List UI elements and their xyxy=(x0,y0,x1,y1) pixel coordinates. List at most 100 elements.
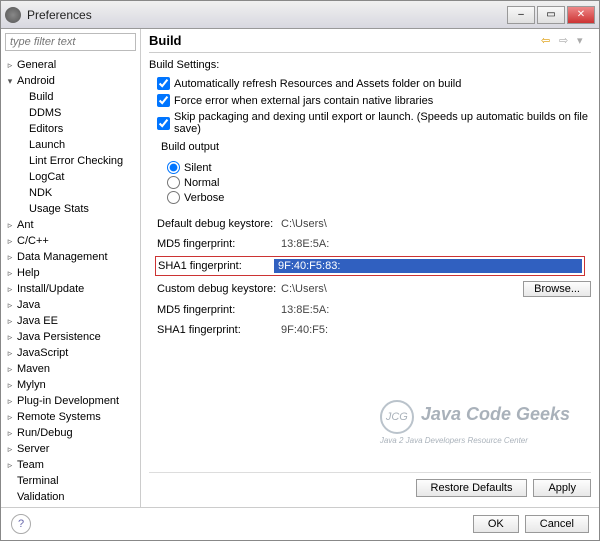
tree-item-label: Ant xyxy=(15,219,34,231)
md5-value-2: 13:8E:5A: xyxy=(277,303,591,317)
tree-item-help[interactable]: ▹Help xyxy=(3,265,138,281)
tree-item-c-c-[interactable]: ▹C/C++ xyxy=(3,233,138,249)
normal-radio[interactable] xyxy=(167,176,180,189)
tree-item-data-management[interactable]: ▹Data Management xyxy=(3,249,138,265)
tree-item-team[interactable]: ▹Team xyxy=(3,457,138,473)
sha1-value[interactable]: 9F:40:F5:83: xyxy=(274,259,582,273)
sidebar: ▹General▾AndroidBuildDDMSEditorsLaunchLi… xyxy=(1,29,141,507)
tree-expand-icon[interactable]: ▹ xyxy=(5,460,15,471)
tree-expand-icon[interactable]: ▹ xyxy=(5,396,15,407)
tree-item-remote-systems[interactable]: ▹Remote Systems xyxy=(3,409,138,425)
md5-row: MD5 fingerprint: 13:8E:5A: xyxy=(157,237,591,251)
tree-expand-icon[interactable]: ▹ xyxy=(5,316,15,327)
tree-item-mylyn[interactable]: ▹Mylyn xyxy=(3,377,138,393)
tree-item-label: Maven xyxy=(15,363,50,375)
tree-item-label: Android xyxy=(15,75,55,87)
tree-expand-icon[interactable]: ▹ xyxy=(5,268,15,279)
menu-arrow-icon[interactable]: ▾ xyxy=(577,34,591,48)
md5-label: MD5 fingerprint: xyxy=(157,238,277,250)
apply-button[interactable]: Apply xyxy=(533,479,591,497)
tree-item-editors[interactable]: Editors xyxy=(3,121,138,137)
tree-item-ddms[interactable]: DDMS xyxy=(3,105,138,121)
close-button[interactable]: ✕ xyxy=(567,6,595,24)
cancel-button[interactable]: Cancel xyxy=(525,515,589,533)
tree-item-build[interactable]: Build xyxy=(3,89,138,105)
custom-keystore-label: Custom debug keystore: xyxy=(157,283,277,295)
verbose-radio[interactable] xyxy=(167,191,180,204)
maximize-button[interactable]: ▭ xyxy=(537,6,565,24)
tree-item-label: Java xyxy=(15,299,40,311)
forward-arrow-icon[interactable]: ⇨ xyxy=(559,34,573,48)
tree-expand-icon[interactable]: ▹ xyxy=(5,236,15,247)
tree-item-label: DDMS xyxy=(27,107,61,119)
silent-label: Silent xyxy=(184,162,212,174)
tree-item-usage-stats[interactable]: Usage Stats xyxy=(3,201,138,217)
normal-radio-row[interactable]: Normal xyxy=(167,176,591,189)
tree-item-label: Validation xyxy=(15,491,65,503)
help-icon[interactable]: ? xyxy=(11,514,31,534)
tree-expand-icon[interactable]: ▹ xyxy=(5,412,15,423)
tree-item-label: Help xyxy=(15,267,40,279)
tree-item-javascript[interactable]: ▹JavaScript xyxy=(3,345,138,361)
tree-expand-icon[interactable]: ▹ xyxy=(5,300,15,311)
ok-button[interactable]: OK xyxy=(473,515,519,533)
tree-item-ndk[interactable]: NDK xyxy=(3,185,138,201)
tree-expand-icon[interactable]: ▹ xyxy=(5,348,15,359)
tree-item-android[interactable]: ▾Android xyxy=(3,73,138,89)
force-error-checkbox-row[interactable]: Force error when external jars contain n… xyxy=(157,94,591,107)
tree-expand-icon[interactable]: ▹ xyxy=(5,332,15,343)
tree-item-plug-in-development[interactable]: ▹Plug-in Development xyxy=(3,393,138,409)
silent-radio[interactable] xyxy=(167,161,180,174)
sha1-value-2: 9F:40:F5: xyxy=(277,323,591,337)
normal-label: Normal xyxy=(184,177,219,189)
tree-item-label: Launch xyxy=(27,139,65,151)
md5-value: 13:8E:5A: xyxy=(277,237,591,251)
verbose-label: Verbose xyxy=(184,192,224,204)
tree-item-lint-error-checking[interactable]: Lint Error Checking xyxy=(3,153,138,169)
app-icon xyxy=(5,7,21,23)
tree-item-run-debug[interactable]: ▹Run/Debug xyxy=(3,425,138,441)
auto-refresh-checkbox[interactable] xyxy=(157,77,170,90)
tree-expand-icon[interactable]: ▹ xyxy=(5,364,15,375)
tree-expand-icon[interactable]: ▹ xyxy=(5,252,15,263)
tree-item-ant[interactable]: ▹Ant xyxy=(3,217,138,233)
skip-packaging-checkbox[interactable] xyxy=(157,117,170,130)
tree-item-validation[interactable]: Validation xyxy=(3,489,138,505)
tree-expand-icon[interactable]: ▹ xyxy=(5,444,15,455)
tree-item-java-persistence[interactable]: ▹Java Persistence xyxy=(3,329,138,345)
tree-expand-icon[interactable]: ▹ xyxy=(5,284,15,295)
back-arrow-icon[interactable]: ⇦ xyxy=(541,34,555,48)
tree-item-install-update[interactable]: ▹Install/Update xyxy=(3,281,138,297)
restore-defaults-button[interactable]: Restore Defaults xyxy=(416,479,528,497)
tree-item-launch[interactable]: Launch xyxy=(3,137,138,153)
silent-radio-row[interactable]: Silent xyxy=(167,161,591,174)
tree-item-general[interactable]: ▹General xyxy=(3,57,138,73)
browse-button[interactable]: Browse... xyxy=(523,281,591,297)
tree-expand-icon[interactable]: ▹ xyxy=(5,60,15,71)
tree-item-java[interactable]: ▹Java xyxy=(3,297,138,313)
tree-item-logcat[interactable]: LogCat xyxy=(3,169,138,185)
tree-item-label: Plug-in Development xyxy=(15,395,119,407)
tree-item-server[interactable]: ▹Server xyxy=(3,441,138,457)
tree-item-java-ee[interactable]: ▹Java EE xyxy=(3,313,138,329)
tree-expand-icon[interactable]: ▾ xyxy=(5,76,15,87)
tree-item-maven[interactable]: ▹Maven xyxy=(3,361,138,377)
minimize-button[interactable]: – xyxy=(507,6,535,24)
tree-expand-icon[interactable]: ▹ xyxy=(5,220,15,231)
auto-refresh-checkbox-row[interactable]: Automatically refresh Resources and Asse… xyxy=(157,77,591,90)
md5-row-2: MD5 fingerprint: 13:8E:5A: xyxy=(157,303,591,317)
verbose-radio-row[interactable]: Verbose xyxy=(167,191,591,204)
sha1-label: SHA1 fingerprint: xyxy=(158,260,274,272)
tree-item-terminal[interactable]: Terminal xyxy=(3,473,138,489)
tree-item-label: LogCat xyxy=(27,171,64,183)
default-keystore-value: C:\Users\ xyxy=(277,217,591,231)
preferences-window: Preferences – ▭ ✕ ▹General▾AndroidBuildD… xyxy=(0,0,600,541)
skip-packaging-checkbox-row[interactable]: Skip packaging and dexing until export o… xyxy=(157,111,591,135)
auto-refresh-label: Automatically refresh Resources and Asse… xyxy=(174,78,461,90)
tree-expand-icon[interactable]: ▹ xyxy=(5,428,15,439)
filter-input[interactable] xyxy=(5,33,136,51)
preferences-tree[interactable]: ▹General▾AndroidBuildDDMSEditorsLaunchLi… xyxy=(1,55,140,507)
tree-item-label: Editors xyxy=(27,123,63,135)
tree-expand-icon[interactable]: ▹ xyxy=(5,380,15,391)
force-error-checkbox[interactable] xyxy=(157,94,170,107)
